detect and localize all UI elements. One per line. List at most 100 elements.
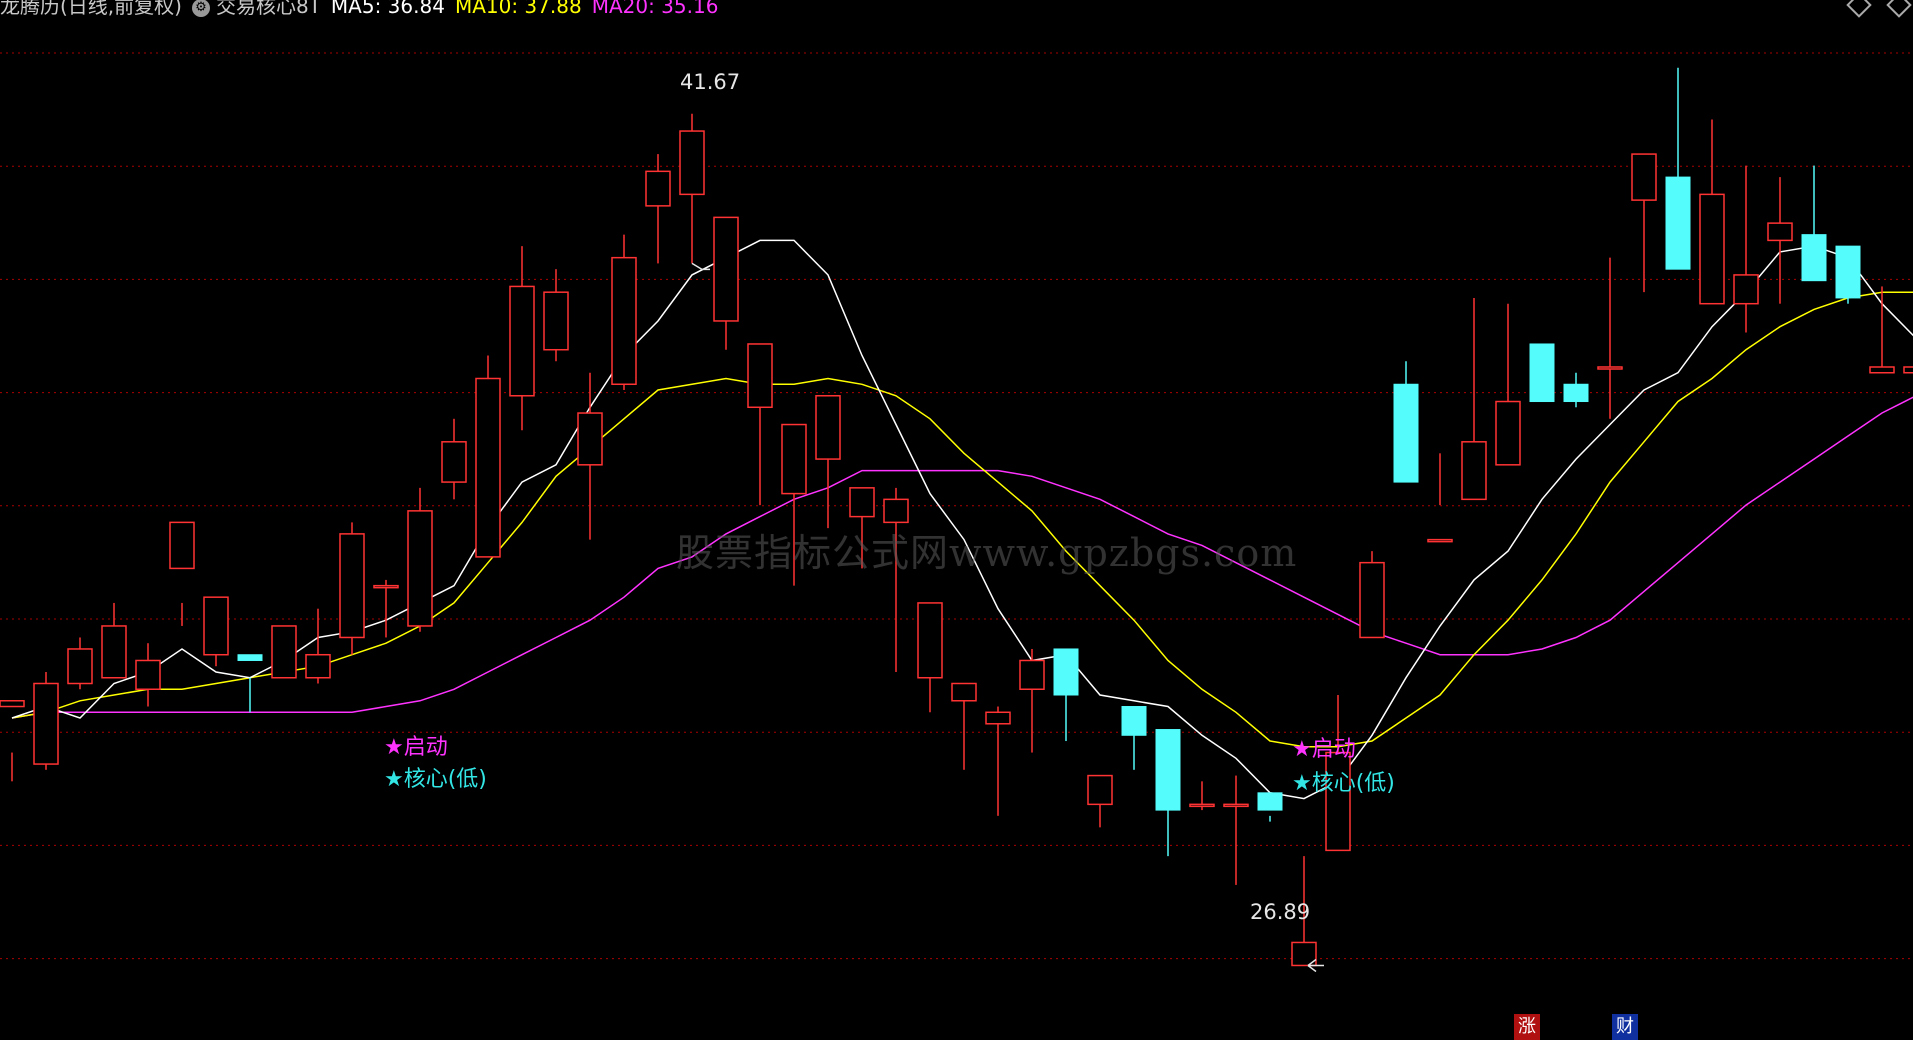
candle: [1155, 729, 1181, 857]
candle: [1767, 177, 1793, 304]
candle-body-up: [1733, 274, 1759, 305]
candle-body-down: [1665, 176, 1691, 270]
candle: [815, 395, 841, 529]
candle: [713, 216, 739, 350]
candle-body-up: [203, 596, 229, 656]
candle: [135, 643, 161, 707]
candle-body-down: [1529, 343, 1555, 403]
candle-body-up: [1427, 538, 1453, 543]
candle-body-up: [1359, 561, 1385, 639]
candle: [475, 355, 501, 558]
candle: [509, 246, 535, 431]
candle-body-up: [1903, 366, 1913, 374]
candle-body-up: [475, 377, 501, 558]
candle: [0, 700, 25, 782]
candlestick-chart: [0, 52, 1913, 973]
candle: [1393, 361, 1419, 483]
candle-body-up: [1869, 366, 1895, 374]
candle: [577, 372, 603, 540]
candle: [305, 608, 331, 684]
chart-header: 龙腾历(日线,前复权) ⚙ 交易核心8T MA5: 36.84 MA10: 37.88 M…: [0, 0, 728, 18]
candle-body-up: [747, 343, 773, 409]
candle: [373, 579, 399, 638]
candle-body-up: [0, 700, 25, 708]
candle-body-up: [645, 170, 671, 207]
candle-body-up: [577, 412, 603, 466]
candle: [441, 418, 467, 500]
candle: [1903, 366, 1913, 374]
candle-body-up: [339, 533, 365, 639]
candle-body-up: [1189, 803, 1215, 808]
candle-body-down: [1257, 792, 1283, 811]
candle-body-up: [1461, 441, 1487, 501]
candle: [1869, 286, 1895, 374]
candle-body-up: [883, 498, 909, 524]
candle-body-up: [33, 682, 59, 765]
candle: [645, 154, 671, 264]
zhang-badge[interactable]: 涨: [1514, 1014, 1540, 1040]
candle-body-up: [509, 285, 535, 397]
candle-body-up: [1767, 222, 1793, 242]
ma10-readout: MA10: 37.88: [454, 0, 582, 18]
candle: [169, 521, 195, 626]
candle-body-down: [1053, 648, 1079, 696]
candle-body-up: [1019, 659, 1045, 691]
indicator-name[interactable]: 交易核心8T: [216, 0, 321, 18]
candle-body-up: [1597, 366, 1623, 370]
candle-body-up: [101, 625, 127, 679]
ma5-readout: MA5: 36.84: [330, 0, 445, 18]
ma10-polyline: [11, 291, 1913, 748]
candle: [33, 671, 59, 770]
signal-core-label: ★核心(低): [384, 767, 487, 792]
cai-badge[interactable]: 财: [1612, 1014, 1638, 1040]
signal-core-label: ★核心(低): [1292, 771, 1395, 796]
candle: [1087, 774, 1113, 828]
candle: [917, 602, 943, 713]
candle-body-up: [849, 487, 875, 518]
candle: [271, 625, 297, 679]
ma5-polyline: [11, 239, 1913, 800]
candle-body-up: [1631, 153, 1657, 201]
candle: [1019, 648, 1045, 753]
candle-body-up: [917, 602, 943, 679]
candle: [1563, 372, 1589, 408]
candle-body-up: [1325, 751, 1351, 852]
candle-body-up: [951, 682, 977, 702]
candle: [1631, 153, 1657, 293]
candle-body-down: [237, 654, 263, 661]
candle-body-down: [1563, 383, 1589, 403]
ma5-line: [11, 239, 1913, 800]
candle: [1529, 343, 1555, 403]
candle: [1461, 297, 1487, 501]
candle: [67, 637, 93, 690]
candle: [1257, 792, 1283, 822]
candle: [1665, 67, 1691, 270]
candle: [1189, 781, 1215, 811]
extreme-markers: [691, 262, 1324, 973]
candle-body-up: [135, 659, 161, 691]
candle-body-up: [679, 130, 705, 196]
candle: [1223, 775, 1249, 885]
high-price-label: 41.67: [680, 70, 741, 94]
candle-body-up: [67, 648, 93, 685]
candle-body-up: [441, 441, 467, 483]
candle-body-down: [1835, 245, 1861, 299]
candle: [611, 234, 637, 391]
candle-body-up: [985, 711, 1011, 725]
candle-body-up: [271, 625, 297, 679]
candle-body-down: [1393, 383, 1419, 483]
candle-body-up: [407, 510, 433, 627]
candles: [0, 67, 1913, 967]
candle-body-up: [611, 256, 637, 386]
candle: [985, 706, 1011, 816]
candle: [339, 522, 365, 655]
candle: [1733, 165, 1759, 333]
settings-icon[interactable]: ⚙: [191, 0, 210, 17]
candle: [203, 596, 229, 667]
candle-body-up: [781, 423, 807, 495]
candle: [1053, 648, 1079, 742]
candle-body-down: [1155, 729, 1181, 811]
signal-launch-label: ★启动: [384, 735, 448, 760]
candle-body-down: [1801, 234, 1827, 282]
candle: [101, 602, 127, 679]
